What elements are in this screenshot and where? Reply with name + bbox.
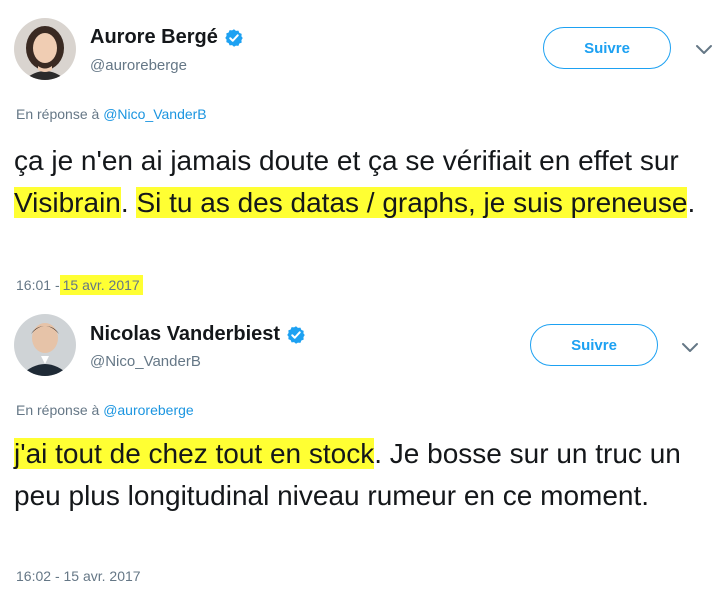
reply-prefix: En réponse à	[16, 402, 100, 418]
author-handle[interactable]: @Nico_VanderB	[90, 353, 201, 370]
author-row: Nicolas Vanderbiest	[90, 323, 306, 346]
tweet-time[interactable]: 16:02	[16, 568, 51, 584]
verified-badge-icon	[286, 325, 306, 345]
highlighted-text-segment: j'ai tout de chez tout en stock	[14, 438, 375, 469]
tweet-date[interactable]: 15 avr. 2017	[64, 568, 141, 584]
follow-button[interactable]: Suivre	[530, 324, 658, 366]
tweet-thread: Aurore Bergé @auroreberge Suivre En répo…	[0, 0, 723, 599]
tweet-timestamp: 16:02 - 15 avr. 2017	[16, 568, 141, 584]
chevron-down-icon[interactable]	[681, 341, 699, 353]
timestamp-separator: -	[54, 568, 60, 584]
reply-to-link[interactable]: @auroreberge	[103, 402, 194, 418]
author-name[interactable]: Nicolas Vanderbiest	[90, 323, 280, 346]
reply-context: En réponse à @auroreberge	[16, 402, 194, 418]
tweet-text: j'ai tout de chez tout en stock. Je boss…	[14, 433, 714, 517]
avatar-nicolas-vanderbiest[interactable]	[14, 314, 76, 376]
tweet-2: Nicolas Vanderbiest @Nico_VanderB Suivre…	[0, 0, 723, 599]
